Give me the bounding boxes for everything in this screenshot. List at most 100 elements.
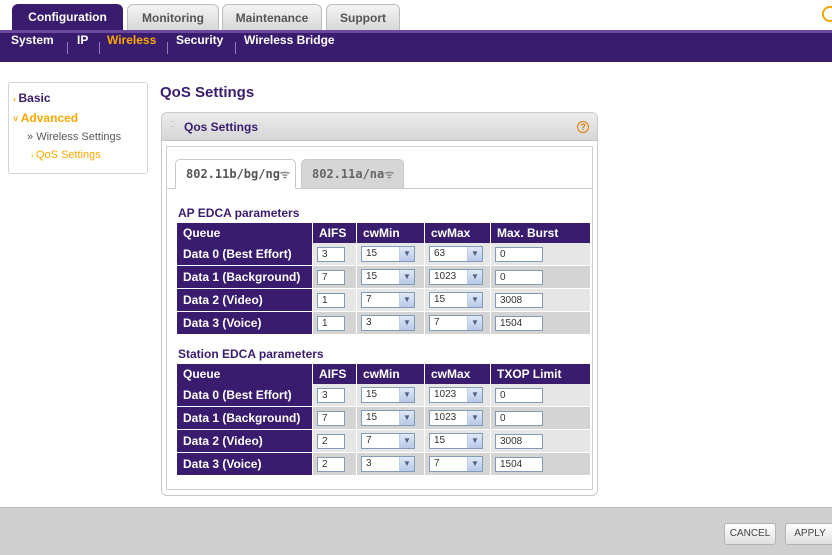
cwmax-select[interactable]: 63 ▼ [429,246,483,262]
left-nav-advanced[interactable]: ˅ Advanced [13,111,78,125]
cwmin-select[interactable]: 15 ▼ [361,269,415,285]
tab-configuration[interactable]: Configuration [12,4,123,30]
queue-label: Data 1 (Background) [177,266,313,289]
cwmax-select[interactable]: 7 ▼ [429,315,483,331]
cwmin-select[interactable]: 3 ▼ [361,315,415,331]
max-burst-input[interactable]: 1504 [495,315,543,331]
col-cwmin: cwMin [357,223,425,243]
chevron-down-icon: ▼ [467,293,482,307]
chevron-down-icon: ▼ [467,270,482,284]
chevron-down-icon: ▼ [399,247,414,261]
queue-label: Data 3 (Voice) [177,453,313,476]
left-nav-wireless-settings[interactable]: » Wireless Settings [27,131,121,143]
help-icon[interactable] [822,6,832,22]
chevron-down-icon: ▼ [399,270,414,284]
chevron-down-icon: ▼ [467,434,482,448]
cwmin-select[interactable]: 15 ▼ [361,387,415,403]
aifs-input[interactable]: 3 [317,387,345,403]
wifi-icon: ᯤ [384,168,395,181]
subnav-ip[interactable]: IP [77,33,88,47]
subnav-system[interactable]: System [11,33,54,47]
panel-header: ⁚⁚ Qos Settings ? [162,113,597,141]
footer-bar: CANCEL APPLY [0,507,832,555]
chevron-down-icon: ▼ [467,388,482,402]
table-row: Data 2 (Video) 1 7 ▼ 15 ▼ 3008 [177,289,591,312]
left-nav-basic[interactable]: › Basic [13,91,51,105]
chevron-down-icon: ▼ [399,388,414,402]
chevron-down-icon: ▼ [399,434,414,448]
subnav-divider [99,42,100,54]
cwmax-select[interactable]: 15 ▼ [429,292,483,308]
table-row: Data 3 (Voice) 2 3 ▼ 7 ▼ 1504 [177,453,591,476]
cwmin-select[interactable]: 3 ▼ [361,456,415,472]
top-tab-bar: Configuration Monitoring Maintenance Sup… [0,0,832,30]
chevron-down-icon: ▼ [399,411,414,425]
aifs-input[interactable]: 7 [317,410,345,426]
txop-limit-input[interactable]: 3008 [495,433,543,449]
cwmin-select[interactable]: 7 ▼ [361,433,415,449]
queue-label: Data 0 (Best Effort) [177,243,313,266]
ap-edca-table: Queue AIFS cwMin cwMax Max. Burst Data 0… [177,223,591,335]
col-max-burst: Max. Burst [491,223,591,243]
wifi-icon: ᯤ [279,168,290,181]
max-burst-input[interactable]: 0 [495,269,543,285]
col-aifs: AIFS [313,364,357,384]
tab-monitoring[interactable]: Monitoring [127,4,219,30]
cwmin-select[interactable]: 7 ▼ [361,292,415,308]
left-nav-qos-settings[interactable]: › QoS Settings [31,149,101,161]
col-txop-limit: TXOP Limit [491,364,591,384]
queue-label: Data 1 (Background) [177,407,313,430]
cwmax-select[interactable]: 1023 ▼ [429,269,483,285]
tab-maintenance[interactable]: Maintenance [222,4,322,30]
chevron-down-icon: ▼ [399,457,414,471]
subnav-wireless[interactable]: Wireless [107,33,156,47]
max-burst-input[interactable]: 0 [495,246,543,262]
col-aifs: AIFS [313,223,357,243]
chevron-down-icon: ▼ [467,247,482,261]
subnav-wireless-bridge[interactable]: Wireless Bridge [244,33,335,47]
cancel-button[interactable]: CANCEL [724,523,776,545]
col-cwmax: cwMax [425,223,491,243]
aifs-input[interactable]: 3 [317,246,345,262]
aifs-input[interactable]: 1 [317,315,345,331]
col-queue: Queue [177,364,313,384]
apply-button[interactable]: APPLY [785,523,832,545]
table-row: Data 0 (Best Effort) 3 15 ▼ 63 ▼ 0 [177,243,591,266]
panel-body: 802.11b/bg/ngᯤ 802.11a/naᯤ AP EDCA param… [166,146,593,490]
tab-802-11bgng[interactable]: 802.11b/bg/ngᯤ [175,159,296,189]
queue-label: Data 3 (Voice) [177,312,313,335]
chevron-down-icon: ▼ [399,316,414,330]
page-title: QoS Settings [160,84,255,101]
txop-limit-input[interactable]: 0 [495,410,543,426]
chevron-down-icon: ▼ [467,316,482,330]
table-row: Data 0 (Best Effort) 3 15 ▼ 1023 ▼ 0 [177,384,591,407]
station-edca-table: Queue AIFS cwMin cwMax TXOP Limit Data 0… [177,364,591,476]
cwmax-select[interactable]: 1023 ▼ [429,410,483,426]
cwmax-select[interactable]: 1023 ▼ [429,387,483,403]
cwmax-select[interactable]: 7 ▼ [429,456,483,472]
max-burst-input[interactable]: 3008 [495,292,543,308]
col-cwmin: cwMin [357,364,425,384]
subnav-security[interactable]: Security [176,33,223,47]
table-row: Data 3 (Voice) 1 3 ▼ 7 ▼ 1504 [177,312,591,335]
aifs-input[interactable]: 2 [317,456,345,472]
aifs-input[interactable]: 2 [317,433,345,449]
queue-label: Data 2 (Video) [177,430,313,453]
chevron-down-icon: ▼ [467,411,482,425]
cwmin-select[interactable]: 15 ▼ [361,246,415,262]
queue-label: Data 0 (Best Effort) [177,384,313,407]
left-nav: › Basic ˅ Advanced » Wireless Settings ›… [8,82,148,174]
grip-icon: ⁚⁚ [170,120,176,129]
cwmin-select[interactable]: 15 ▼ [361,410,415,426]
chevron-down-icon: ▼ [399,293,414,307]
qos-panel: ⁚⁚ Qos Settings ? 802.11b/bg/ngᯤ 802.11a… [161,112,598,496]
help-icon[interactable]: ? [577,121,589,133]
table-row: Data 1 (Background) 7 15 ▼ 1023 ▼ 0 [177,407,591,430]
cwmax-select[interactable]: 15 ▼ [429,433,483,449]
txop-limit-input[interactable]: 1504 [495,456,543,472]
tab-support[interactable]: Support [326,4,400,30]
txop-limit-input[interactable]: 0 [495,387,543,403]
tab-802-11ana[interactable]: 802.11a/naᯤ [301,159,404,189]
aifs-input[interactable]: 7 [317,269,345,285]
aifs-input[interactable]: 1 [317,292,345,308]
